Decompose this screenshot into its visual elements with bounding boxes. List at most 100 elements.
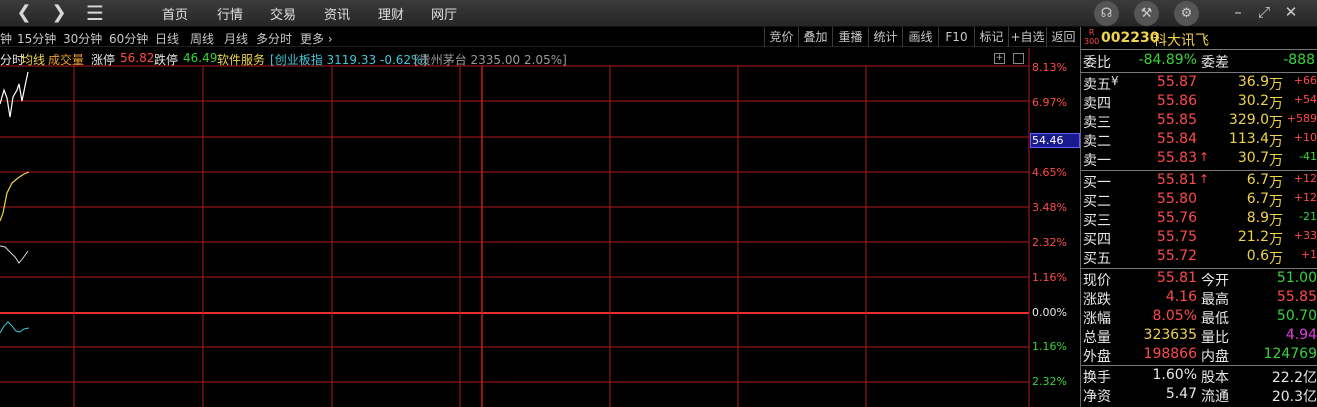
stat-row[interactable]: 总量 323635 量比 4.94 <box>1083 327 1317 346</box>
minimize-button[interactable]: – <box>1228 2 1248 22</box>
weicha-label: 委差 <box>1201 55 1229 71</box>
period-day[interactable]: 日线 <box>155 30 179 47</box>
period-more[interactable]: 更多 › <box>300 30 333 47</box>
period-multi[interactable]: 多分时 <box>256 30 292 47</box>
weibi-row: 委比 -84.89% 委差 -888 <box>1083 52 1317 71</box>
tool-f10[interactable]: F10 <box>938 27 974 47</box>
stat-row[interactable]: 涨跌 4.16 最高 55.85 <box>1083 289 1317 308</box>
stat-row[interactable]: 换手 1.60% 股本 22.2亿 <box>1083 367 1317 386</box>
cursor-price-label: 54.46 <box>1030 133 1080 148</box>
ask-change: +589 <box>1286 112 1317 125</box>
menu-trade[interactable]: 交易 <box>270 4 296 23</box>
ask-row[interactable]: 卖二 55.84 113.4 万 +10 <box>1083 131 1317 150</box>
stat-row[interactable]: 外盘 198866 内盘 124769 <box>1083 346 1317 365</box>
stat-label: 量比 <box>1201 330 1229 346</box>
stat-value: 8.05% <box>1152 308 1197 324</box>
window-toggle-icon[interactable] <box>1013 53 1024 64</box>
intraday-chart[interactable]: 分时 均线 成交量 涨停 56.82 跌停 46.49 软件服务 [创业板指 3… <box>0 48 1080 407</box>
wrench-icon: ⚒ <box>1140 6 1153 21</box>
tool-draw[interactable]: 画线 <box>902 27 938 47</box>
quote-panel: R 300 002230 科大讯飞 委比 -84.89% 委差 -888 卖五 ¥5… <box>1080 27 1317 407</box>
chart-svg <box>0 48 1030 407</box>
close-button[interactable]: ✕ <box>1281 2 1301 22</box>
ask-row[interactable]: 卖三 55.85 329.0 万 +589 <box>1083 112 1317 131</box>
headset-icon: ☊ <box>1100 6 1113 21</box>
bid-row[interactable]: 买三 55.76 8.9 万 -21 <box>1083 210 1317 229</box>
menu-finance[interactable]: 理财 <box>378 4 404 23</box>
restore-button[interactable]: ⤢ <box>1254 2 1274 22</box>
tool-stats[interactable]: 统计 <box>868 27 902 47</box>
index-compare[interactable]: [创业板指 3119.33 -0.62%] <box>270 51 427 68</box>
tool-back[interactable]: 返回 <box>1046 27 1080 47</box>
stat-label: 最低 <box>1201 311 1229 327</box>
tool-overlay[interactable]: 叠加 <box>798 27 832 47</box>
period-30min[interactable]: 30分钟 <box>63 30 102 47</box>
bid-volume: 6.7 <box>1246 172 1269 188</box>
ask-change: +66 <box>1293 74 1317 87</box>
bid-label: 买五 <box>1083 251 1111 267</box>
top-bar: ❮ ❯ ☰ 首页 行情 交易 资讯 理财 网厅 ☊ ⚒ ⚙ – ⤢ ✕ <box>0 0 1317 27</box>
tool-mark[interactable]: 标记 <box>974 27 1008 47</box>
tool-auction[interactable]: 竞价 <box>764 27 798 47</box>
legend-volume[interactable]: 成交量 <box>48 51 84 68</box>
bid-volume: 6.7 <box>1246 191 1269 207</box>
bid-label: 买三 <box>1083 213 1111 229</box>
bid-row[interactable]: 买四 55.75 21.2 万 +33 <box>1083 229 1317 248</box>
ask-volume: 30.7 <box>1237 150 1269 166</box>
menu-home[interactable]: 首页 <box>162 4 188 23</box>
stat-row[interactable]: 现价 55.81 今开 51.00 <box>1083 270 1317 289</box>
period-1min[interactable]: 钟 <box>0 30 12 47</box>
forward-button[interactable]: ❯ <box>47 2 71 24</box>
period-60min[interactable]: 60分钟 <box>109 30 148 47</box>
stat-row[interactable]: 涨幅 8.05% 最低 50.70 <box>1083 308 1317 327</box>
ask-row[interactable]: 卖四 55.86 30.2 万 +54 <box>1083 93 1317 112</box>
legend-avg[interactable]: 均线 <box>21 51 45 68</box>
tools-button[interactable]: ⚒ <box>1134 1 1159 26</box>
ask-volume: 30.2 <box>1237 93 1269 109</box>
ask-price: 55.84 <box>1156 131 1197 147</box>
bid-row[interactable]: 买二 55.80 6.7 万 +12 <box>1083 191 1317 210</box>
bid-price: 55.81 <box>1156 172 1197 188</box>
index-name: 创业板指 <box>274 53 323 67</box>
grid-vertical <box>73 48 1030 407</box>
stock-header: R 300 002230 科大讯飞 <box>1081 27 1317 50</box>
y-tick-label: 0.00% <box>1032 306 1067 319</box>
tool-add-watch[interactable]: +自选 <box>1008 27 1046 47</box>
ask-volume: 113.4 <box>1228 131 1269 147</box>
settings-button[interactable]: ⚙ <box>1174 1 1199 26</box>
stat-row[interactable]: 净资 5.47 流通 20.3亿 <box>1083 386 1317 405</box>
tool-replay[interactable]: 重播 <box>832 27 868 47</box>
bid-unit: 万 <box>1269 232 1283 248</box>
stat-value: 51.00 <box>1276 270 1317 286</box>
sector-label[interactable]: 软件服务 <box>217 51 265 68</box>
stock2-value: 2335.00 <box>470 53 521 67</box>
period-15min[interactable]: 15分钟 <box>17 30 56 47</box>
ask-row[interactable]: 卖五 ¥55.87 36.9 万 +66 <box>1083 74 1317 93</box>
market-badge: R 300 <box>1084 28 1099 46</box>
stock-compare[interactable]: [贵州茅台 2335.00 2.05%] <box>414 51 567 68</box>
ask-label: 卖三 <box>1083 115 1111 131</box>
zoom-icon[interactable]: + <box>994 53 1005 64</box>
y-tick-label: 1.16% <box>1032 340 1067 353</box>
avg-price-line <box>0 171 30 222</box>
bid-row[interactable]: 买五 55.72 0.6 万 +1 <box>1083 248 1317 267</box>
ask-volume: 36.9 <box>1237 74 1269 90</box>
menu-market[interactable]: 行情 <box>217 4 243 23</box>
back-button[interactable]: ❮ <box>12 2 36 24</box>
stat-label: 流通 <box>1201 389 1229 405</box>
menu-button[interactable]: ☰ <box>83 2 107 24</box>
bid-row[interactable]: 买一 55.81 ↑ 6.7 万 +12 <box>1083 172 1317 191</box>
restore-icon: ⤢ <box>1257 3 1270 21</box>
service-button[interactable]: ☊ <box>1094 1 1119 26</box>
menu-news[interactable]: 资讯 <box>324 4 350 23</box>
period-month[interactable]: 月线 <box>224 30 248 47</box>
period-week[interactable]: 周线 <box>190 30 214 47</box>
ask-row[interactable]: 卖一 55.83 ↑ 30.7 万 -41 <box>1083 150 1317 169</box>
stat-label: 现价 <box>1083 273 1111 289</box>
stat-value: 55.85 <box>1276 289 1317 305</box>
bid-unit: 万 <box>1269 251 1283 267</box>
ask-unit: 万 <box>1269 153 1283 169</box>
stat-value: 323635 <box>1143 327 1197 343</box>
bid-price: 55.75 <box>1156 229 1197 245</box>
menu-hall[interactable]: 网厅 <box>431 4 457 23</box>
